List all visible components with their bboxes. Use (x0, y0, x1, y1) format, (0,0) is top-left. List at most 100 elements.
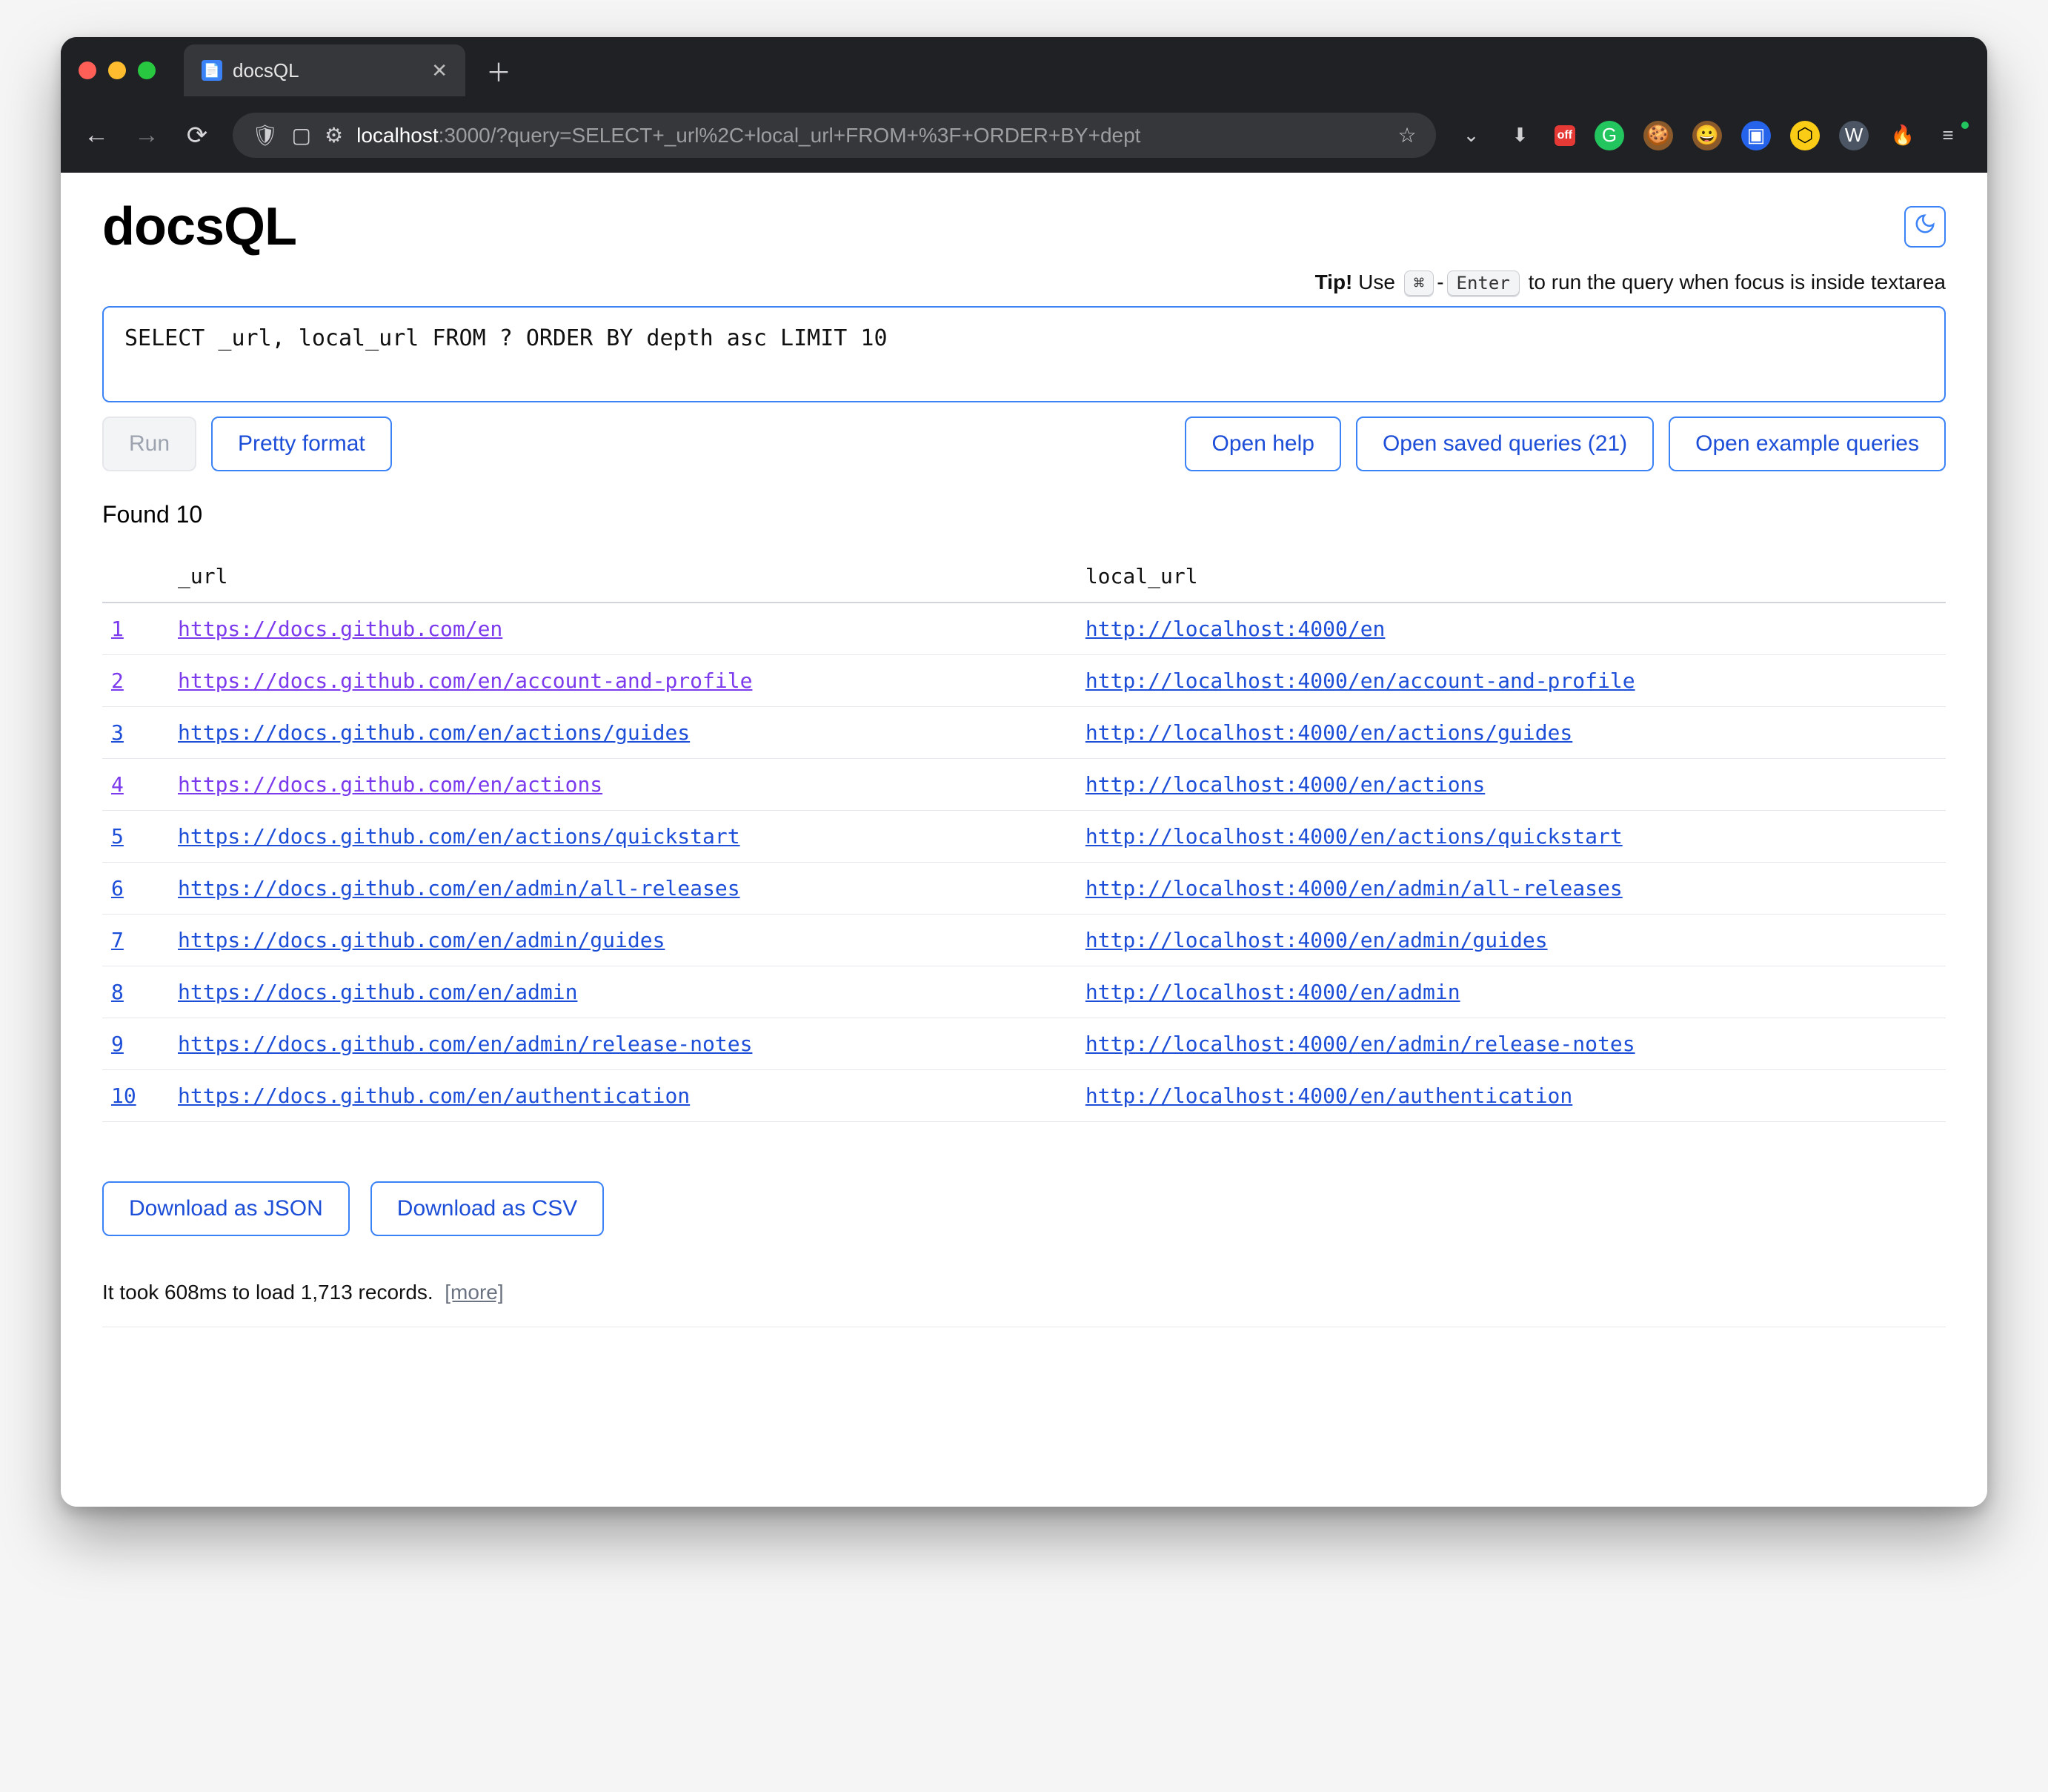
table-row: 10 https://docs.github.com/en/authenticat… (102, 1070, 1946, 1122)
row-url-link[interactable]: https://docs.github.com/en/authenticatio… (178, 1084, 690, 1108)
kbd-enter: Enter (1447, 271, 1520, 296)
row-local-url-link[interactable]: http://localhost:4000/en/authentication (1085, 1084, 1572, 1108)
tip-use: Use (1358, 271, 1395, 293)
row-url-link[interactable]: https://docs.github.com/en/admin/release… (178, 1032, 752, 1056)
extension-hex-icon[interactable]: ⬡ (1790, 121, 1820, 150)
row-local-url-link[interactable]: http://localhost:4000/en/admin (1085, 980, 1460, 1004)
col-local-url: local_url (1077, 551, 1946, 603)
reload-button[interactable]: ⟳ (182, 121, 212, 150)
back-button[interactable]: ← (82, 121, 111, 150)
url-path: :3000/?query=SELECT+_url%2C+local_url+FR… (439, 124, 1141, 147)
table-row: 1 https://docs.github.com/en http://localh… (102, 603, 1946, 655)
open-example-queries-button[interactable]: Open example queries (1669, 417, 1946, 471)
footer-more-link[interactable]: [more] (445, 1281, 503, 1304)
row-local-url-link[interactable]: http://localhost:4000/en (1085, 617, 1386, 641)
extension-green-icon[interactable]: G (1595, 121, 1624, 150)
open-help-button[interactable]: Open help (1185, 417, 1340, 471)
close-window-icon[interactable] (79, 62, 96, 79)
tab-bar: 📄 docsQL ✕ ＋ (61, 37, 1987, 104)
row-local-url-link[interactable]: http://localhost:4000/en/admin/release-n… (1085, 1032, 1635, 1056)
table-row: 4 https://docs.github.com/en/actions http:… (102, 759, 1946, 811)
row-url-link[interactable]: https://docs.github.com/en (178, 617, 502, 641)
download-csv-button[interactable]: Download as CSV (370, 1181, 604, 1236)
tip-suffix: to run the query when focus is inside te… (1529, 271, 1946, 293)
page-body: docsQL Tip! Use ⌘-Enter to run the query… (61, 173, 1987, 1507)
row-url-link[interactable]: https://docs.github.com/en/admin (178, 980, 577, 1004)
close-tab-icon[interactable]: ✕ (431, 59, 448, 82)
pocket-icon[interactable]: ⌄ (1457, 121, 1486, 150)
row-index-link[interactable]: 10 (111, 1084, 136, 1108)
download-json-button[interactable]: Download as JSON (102, 1181, 350, 1236)
new-tab-button[interactable]: ＋ (479, 53, 519, 89)
moon-icon (1914, 213, 1936, 241)
extension-cookie-icon[interactable]: 🍪 (1643, 121, 1673, 150)
footer-text: It took 608ms to load 1,713 records. (102, 1281, 433, 1304)
tip-text: Tip! Use ⌘-Enter to run the query when f… (102, 271, 1946, 296)
downloads-icon[interactable]: ⬇ (1506, 121, 1535, 150)
extension-badge-off[interactable]: off (1555, 125, 1575, 146)
extension-zoom-icon[interactable]: ▣ (1741, 121, 1771, 150)
page-info-icon[interactable]: ▢ (292, 123, 311, 147)
extension-avatar-icon[interactable]: 😀 (1692, 121, 1722, 150)
row-url-link[interactable]: https://docs.github.com/en/account-and-p… (178, 668, 752, 693)
extension-drop-icon[interactable]: 🔥 (1888, 121, 1918, 150)
browser-tab[interactable]: 📄 docsQL ✕ (184, 44, 465, 96)
row-index-link[interactable]: 6 (111, 876, 124, 900)
row-url-link[interactable]: https://docs.github.com/en/admin/guides (178, 928, 665, 952)
row-local-url-link[interactable]: http://localhost:4000/en/actions/quickst… (1085, 824, 1623, 849)
col-url: _url (169, 551, 1077, 603)
pretty-format-button[interactable]: Pretty format (211, 417, 392, 471)
row-url-link[interactable]: https://docs.github.com/en/actions (178, 772, 602, 797)
tune-icon[interactable]: ⚙ (325, 123, 343, 147)
bookmark-star-icon[interactable]: ☆ (1397, 123, 1416, 147)
row-local-url-link[interactable]: http://localhost:4000/en/account-and-pro… (1085, 668, 1635, 693)
toolbar-extensions: ⌄ ⬇ off G 🍪 😀 ▣ ⬡ W 🔥 ≡ (1457, 121, 1966, 150)
row-url-link[interactable]: https://docs.github.com/en/admin/all-rel… (178, 876, 740, 900)
table-header-row: _url local_url (102, 551, 1946, 603)
run-button[interactable]: Run (102, 417, 196, 471)
row-index-link[interactable]: 5 (111, 824, 124, 849)
browser-chrome: 📄 docsQL ✕ ＋ ← → ⟳ 🛡 ▢ ⚙ localhost:3000/… (61, 37, 1987, 173)
theme-toggle-button[interactable] (1904, 206, 1946, 248)
row-index-link[interactable]: 7 (111, 928, 124, 952)
url-host: localhost (356, 124, 439, 147)
row-index-link[interactable]: 3 (111, 720, 124, 745)
tip-dash: - (1437, 271, 1443, 293)
table-row: 6 https://docs.github.com/en/admin/all-re… (102, 863, 1946, 915)
shield-icon[interactable]: 🛡 (252, 123, 279, 147)
col-index (102, 551, 169, 603)
page-title: docsQL (102, 196, 296, 257)
query-textarea[interactable] (102, 306, 1946, 402)
tab-title: docsQL (233, 59, 421, 82)
extension-w-icon[interactable]: W (1839, 121, 1869, 150)
result-count: Found 10 (102, 501, 1946, 528)
results-table: _url local_url 1 https://docs.github.com/… (102, 551, 1946, 1122)
window-controls (79, 62, 156, 79)
browser-window: 📄 docsQL ✕ ＋ ← → ⟳ 🛡 ▢ ⚙ localhost:3000/… (61, 37, 1987, 1507)
forward-button[interactable]: → (132, 121, 162, 150)
row-index-link[interactable]: 9 (111, 1032, 124, 1056)
maximize-window-icon[interactable] (138, 62, 156, 79)
tab-favicon-icon: 📄 (202, 60, 222, 81)
menu-icon[interactable]: ≡ (1937, 121, 1966, 150)
row-local-url-link[interactable]: http://localhost:4000/en/admin/all-relea… (1085, 876, 1623, 900)
row-local-url-link[interactable]: http://localhost:4000/en/actions/guides (1085, 720, 1572, 745)
row-index-link[interactable]: 1 (111, 617, 124, 641)
row-local-url-link[interactable]: http://localhost:4000/en/admin/guides (1085, 928, 1548, 952)
row-url-link[interactable]: https://docs.github.com/en/actions/quick… (178, 824, 740, 849)
address-bar[interactable]: 🛡 ▢ ⚙ localhost:3000/?query=SELECT+_url%… (233, 113, 1436, 158)
open-saved-queries-button[interactable]: Open saved queries (21) (1356, 417, 1654, 471)
kbd-cmd-icon: ⌘ (1404, 271, 1434, 296)
toolbar: Run Pretty format Open help Open saved q… (102, 417, 1946, 471)
row-index-link[interactable]: 4 (111, 772, 124, 797)
table-row: 9 https://docs.github.com/en/admin/releas… (102, 1018, 1946, 1070)
table-row: 3 https://docs.github.com/en/actions/guid… (102, 707, 1946, 759)
row-local-url-link[interactable]: http://localhost:4000/en/actions (1085, 772, 1485, 797)
tip-prefix: Tip! (1315, 271, 1353, 293)
row-url-link[interactable]: https://docs.github.com/en/actions/guide… (178, 720, 690, 745)
row-index-link[interactable]: 2 (111, 668, 124, 693)
row-index-link[interactable]: 8 (111, 980, 124, 1004)
minimize-window-icon[interactable] (108, 62, 126, 79)
table-row: 8 https://docs.github.com/en/admin http://… (102, 966, 1946, 1018)
footer: It took 608ms to load 1,713 records. [mo… (102, 1281, 1946, 1327)
